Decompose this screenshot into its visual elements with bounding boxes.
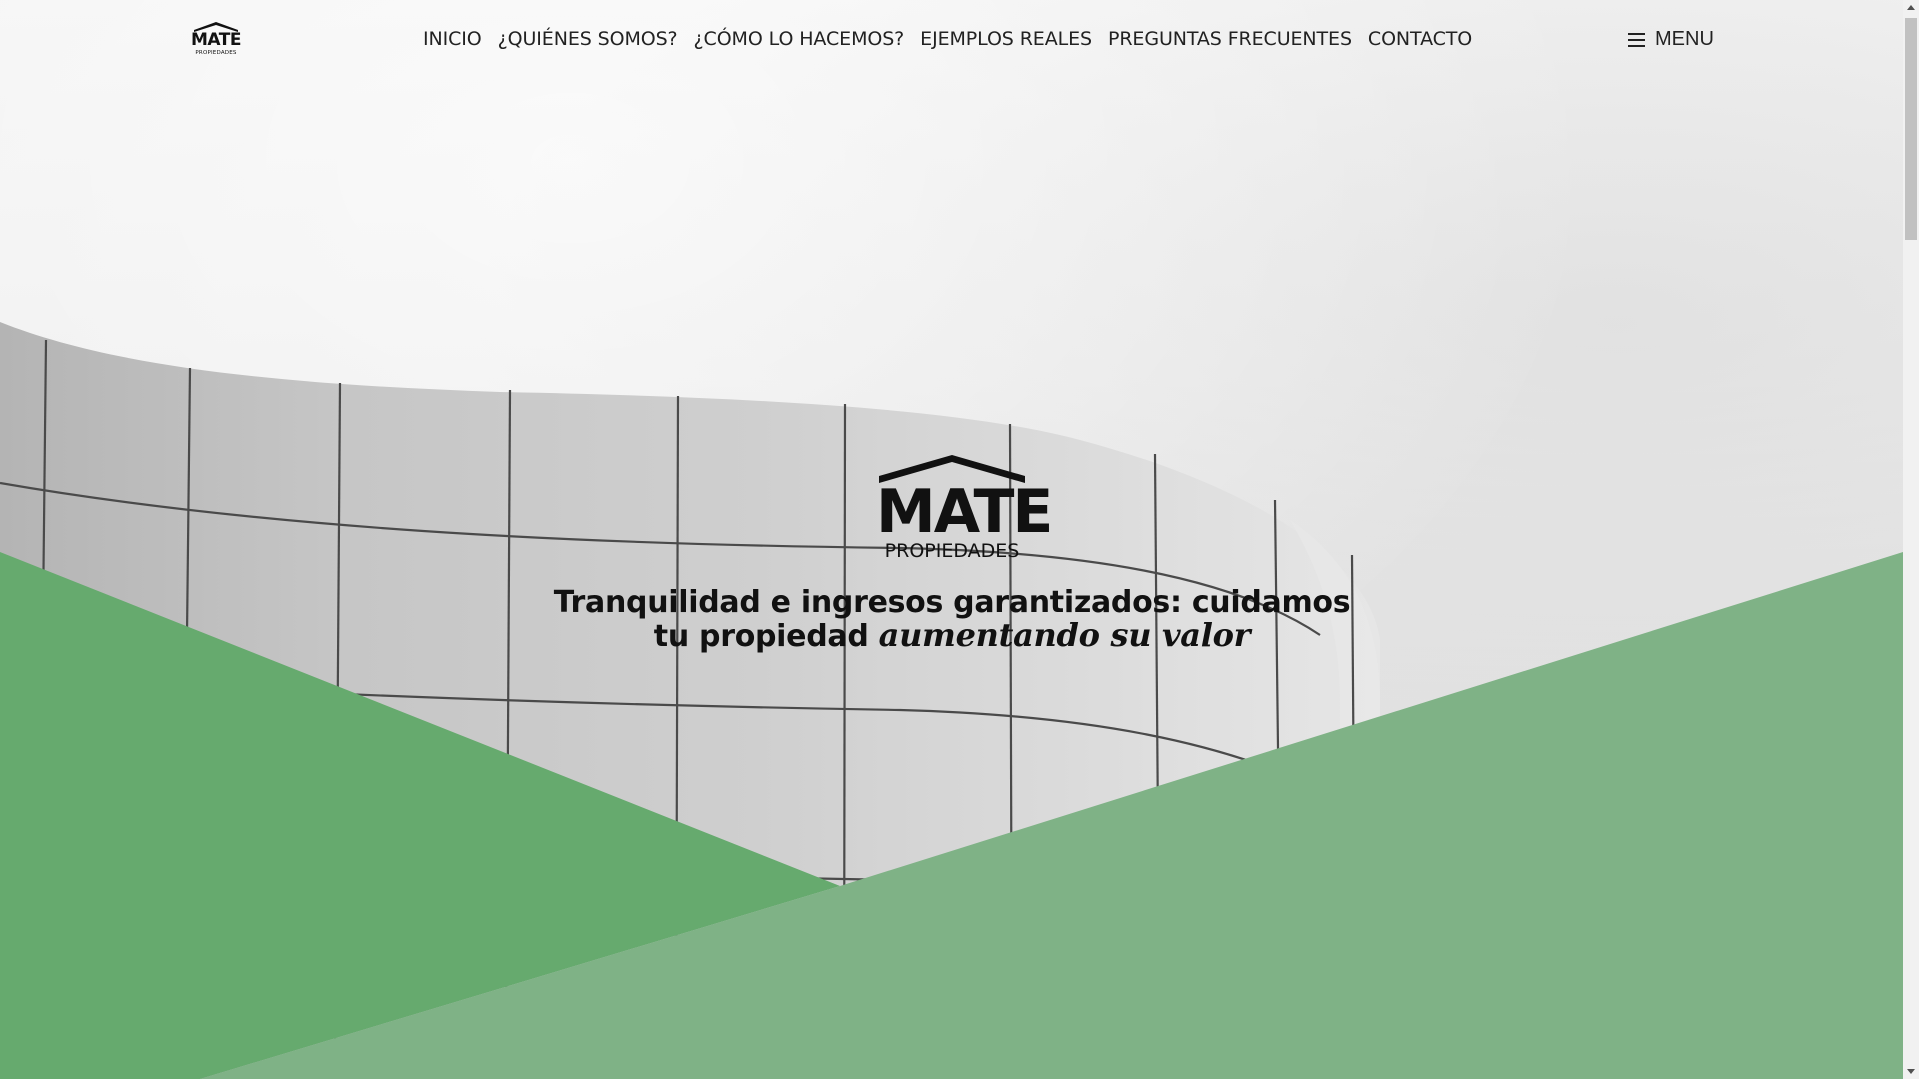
- scrollbar-thumb[interactable]: [1905, 18, 1917, 240]
- nav-link-como-lo-hacemos[interactable]: ¿CÓMO LO HACEMOS?: [694, 28, 905, 50]
- hero-headline: Tranquilidad e ingresos garantizados: cu…: [540, 586, 1364, 653]
- nav-link-preguntas-frecuentes[interactable]: PREGUNTAS FRECUENTES: [1108, 28, 1352, 50]
- header-logo-word: MATE: [191, 30, 241, 50]
- menu-button[interactable]: MENU: [1628, 28, 1714, 51]
- nav-link-inicio[interactable]: INICIO: [423, 28, 482, 50]
- arrow-up-icon[interactable]: [1903, 0, 1919, 16]
- main-nav: INICIO ¿QUIÉNES SOMOS? ¿CÓMO LO HACEMOS?…: [423, 28, 1472, 50]
- hero-section: MATE PROPIEDADES INICIO ¿QUIÉNES SOMOS? …: [0, 0, 1903, 1079]
- hero-logo-subword: PROPIEDADES: [884, 540, 1020, 562]
- nav-link-quienes-somos[interactable]: ¿QUIÉNES SOMOS?: [498, 28, 678, 50]
- headline-bold: Tranquilidad e ingresos garantizados:: [553, 585, 1182, 620]
- hero-logo: MATE PROPIEDADES: [876, 455, 1053, 565]
- hero-logo-word: MATE: [876, 477, 1053, 547]
- nav-link-ejemplos-reales[interactable]: EJEMPLOS REALES: [920, 28, 1092, 50]
- nav-link-contacto[interactable]: CONTACTO: [1368, 28, 1472, 50]
- top-navbar: MATE PROPIEDADES INICIO ¿QUIÉNES SOMOS? …: [0, 0, 1903, 84]
- page-scrollbar[interactable]: [1903, 0, 1919, 1079]
- arrow-down-icon[interactable]: [1903, 1063, 1919, 1079]
- hamburger-icon: [1628, 32, 1645, 47]
- header-logo[interactable]: MATE PROPIEDADES: [190, 22, 242, 60]
- headline-italic: aumentando su valor: [878, 616, 1251, 654]
- menu-label: MENU: [1655, 28, 1714, 50]
- header-logo-subword: PROPIEDADES: [195, 50, 237, 56]
